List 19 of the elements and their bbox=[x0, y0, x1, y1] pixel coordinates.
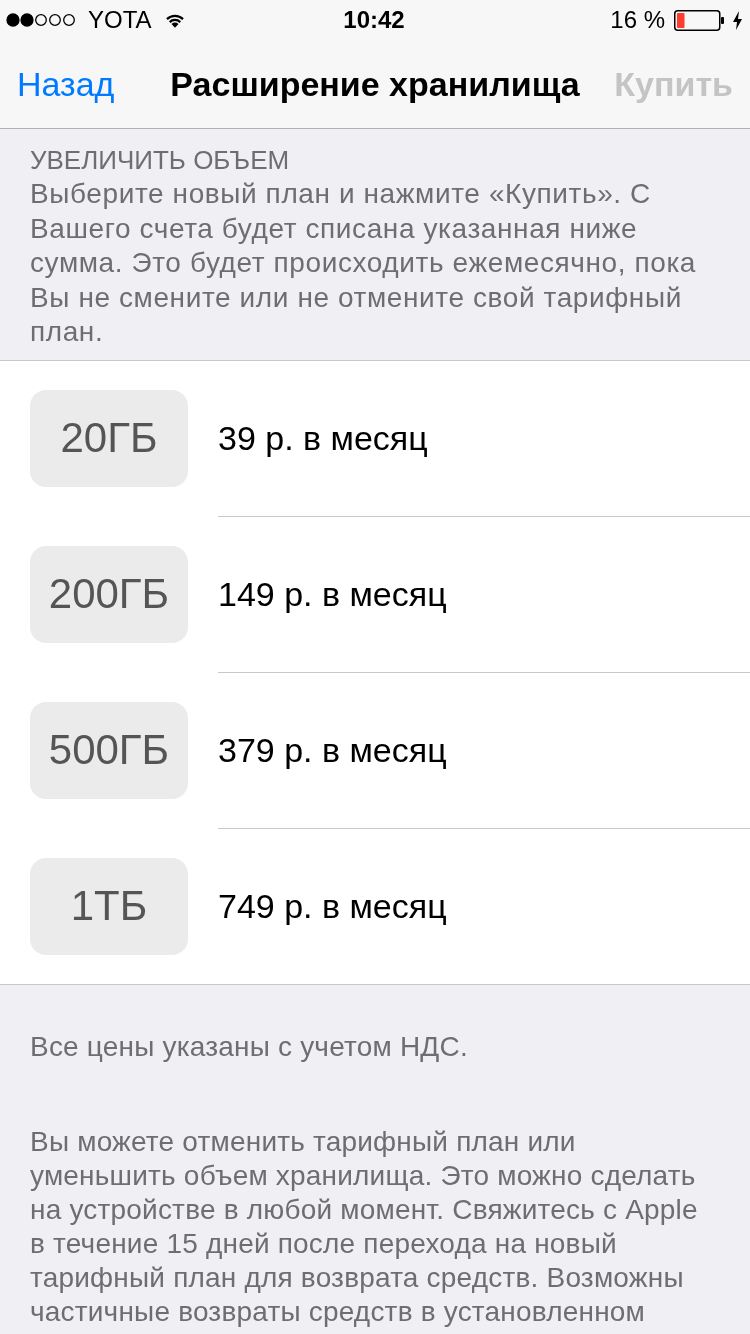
status-time: 10:42 bbox=[343, 6, 405, 34]
storage-size-tile[interactable]: 1ТБ bbox=[30, 857, 188, 955]
screen-title: Расширение хранилища bbox=[170, 64, 580, 104]
section-description: Выберите новый план и нажмите «Купить». С Вашего счета будет списана указанная ниже сумма. Это будет происходить ежемесячно, пока Вы не смените или не отмените свой тарифный план. bbox=[30, 177, 698, 349]
plan-price[interactable]: 749 р. в месяц bbox=[218, 886, 447, 926]
storage-size-tile[interactable]: 200ГБ bbox=[30, 545, 188, 643]
plan-price[interactable]: 39 р. в месяц bbox=[218, 418, 428, 458]
section-header: УВЕЛИЧИТЬ ОБЪЕМ bbox=[30, 144, 291, 177]
carrier-name: YOTA bbox=[88, 6, 152, 34]
plan-price[interactable]: 149 р. в месяц bbox=[218, 574, 447, 614]
signal-strength-icon bbox=[6, 13, 76, 27]
back-button[interactable]: Назад bbox=[17, 64, 115, 104]
footer-note: Вы можете отменить тарифный план или уменьшить объем хранилища. Это можно сделать на устройстве в любой момент. Свяжитесь с Apple в течение 15 дней после перехода на новый тарифный план для возврата средств. Возможны частичные возвраты средств в установленном bbox=[30, 1124, 699, 1329]
storage-size-tile[interactable]: 20ГБ bbox=[30, 389, 188, 487]
plan-price[interactable]: 379 р. в месяц bbox=[218, 730, 447, 770]
footer-note: Все цены указаны с учетом НДС. bbox=[30, 1029, 469, 1064]
battery-percentage: 16 % bbox=[610, 6, 665, 34]
battery-icon bbox=[674, 9, 724, 31]
storage-size-tile[interactable]: 500ГБ bbox=[30, 701, 188, 799]
